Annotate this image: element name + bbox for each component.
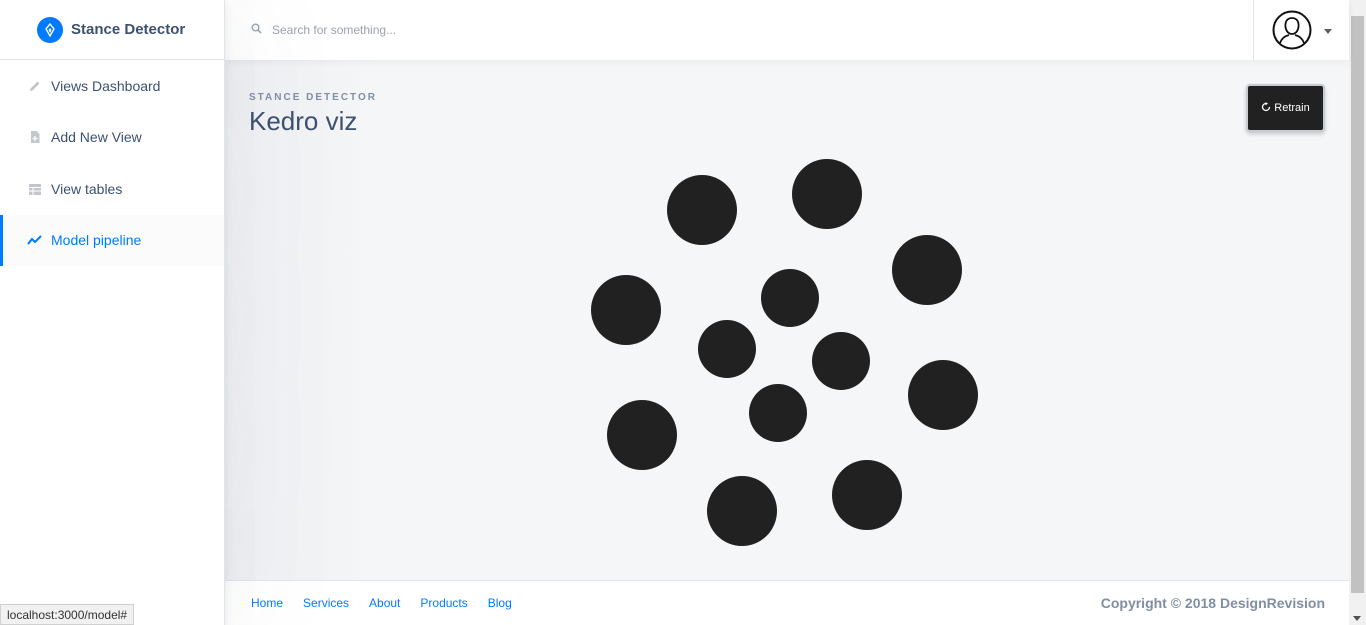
sidebar-item-label: Views Dashboard [51, 77, 161, 94]
search-bar [225, 21, 1253, 39]
copyright-text: Copyright © 2018 DesignRevision [1100, 595, 1325, 611]
table-icon [26, 180, 43, 197]
footer-link-services[interactable]: Services [293, 596, 359, 610]
chart-line-icon [26, 232, 43, 249]
brand-name: Stance Detector [71, 21, 186, 38]
sidebar-item-add-new-view[interactable]: Add New View [0, 112, 224, 164]
pencil-icon [26, 77, 43, 94]
page-scrollbar[interactable] [1349, 0, 1366, 625]
top-navbar [225, 0, 1349, 60]
user-avatar-icon[interactable] [1272, 10, 1312, 50]
footer-link-about[interactable]: About [359, 596, 410, 610]
spinner-dots-icon [591, 159, 978, 546]
scrollbar-thumb[interactable] [1351, 16, 1364, 593]
sidebar-nav: Views Dashboard Add New View View tables… [0, 60, 224, 266]
sidebar-item-label: Add New View [51, 129, 142, 146]
user-menu[interactable] [1253, 0, 1349, 60]
sidebar: Stance Detector Views Dashboard Add New … [0, 0, 225, 625]
search-input[interactable] [272, 23, 572, 37]
main-content: Stance Detector Kedro viz Retrain [225, 60, 1349, 580]
scroll-down-arrow-icon[interactable] [1353, 616, 1361, 621]
search-icon [251, 21, 262, 39]
sidebar-item-model-pipeline[interactable]: Model pipeline [0, 214, 224, 266]
brand-logo-icon [37, 16, 63, 43]
status-url: localhost:3000/model# [0, 604, 135, 625]
footer: Home Services About Products Blog Copyri… [225, 580, 1349, 625]
footer-link-blog[interactable]: Blog [478, 596, 522, 610]
brand[interactable]: Stance Detector [0, 0, 224, 60]
note-add-icon [26, 129, 43, 146]
sidebar-item-label: View tables [51, 180, 123, 197]
footer-nav: Home Services About Products Blog [241, 596, 522, 610]
footer-link-products[interactable]: Products [410, 596, 477, 610]
footer-link-home[interactable]: Home [241, 596, 293, 610]
sidebar-item-view-tables[interactable]: View tables [0, 163, 224, 215]
sidebar-item-views-dashboard[interactable]: Views Dashboard [0, 60, 224, 112]
sidebar-item-label: Model pipeline [51, 232, 142, 249]
chevron-down-icon[interactable] [1323, 21, 1332, 39]
